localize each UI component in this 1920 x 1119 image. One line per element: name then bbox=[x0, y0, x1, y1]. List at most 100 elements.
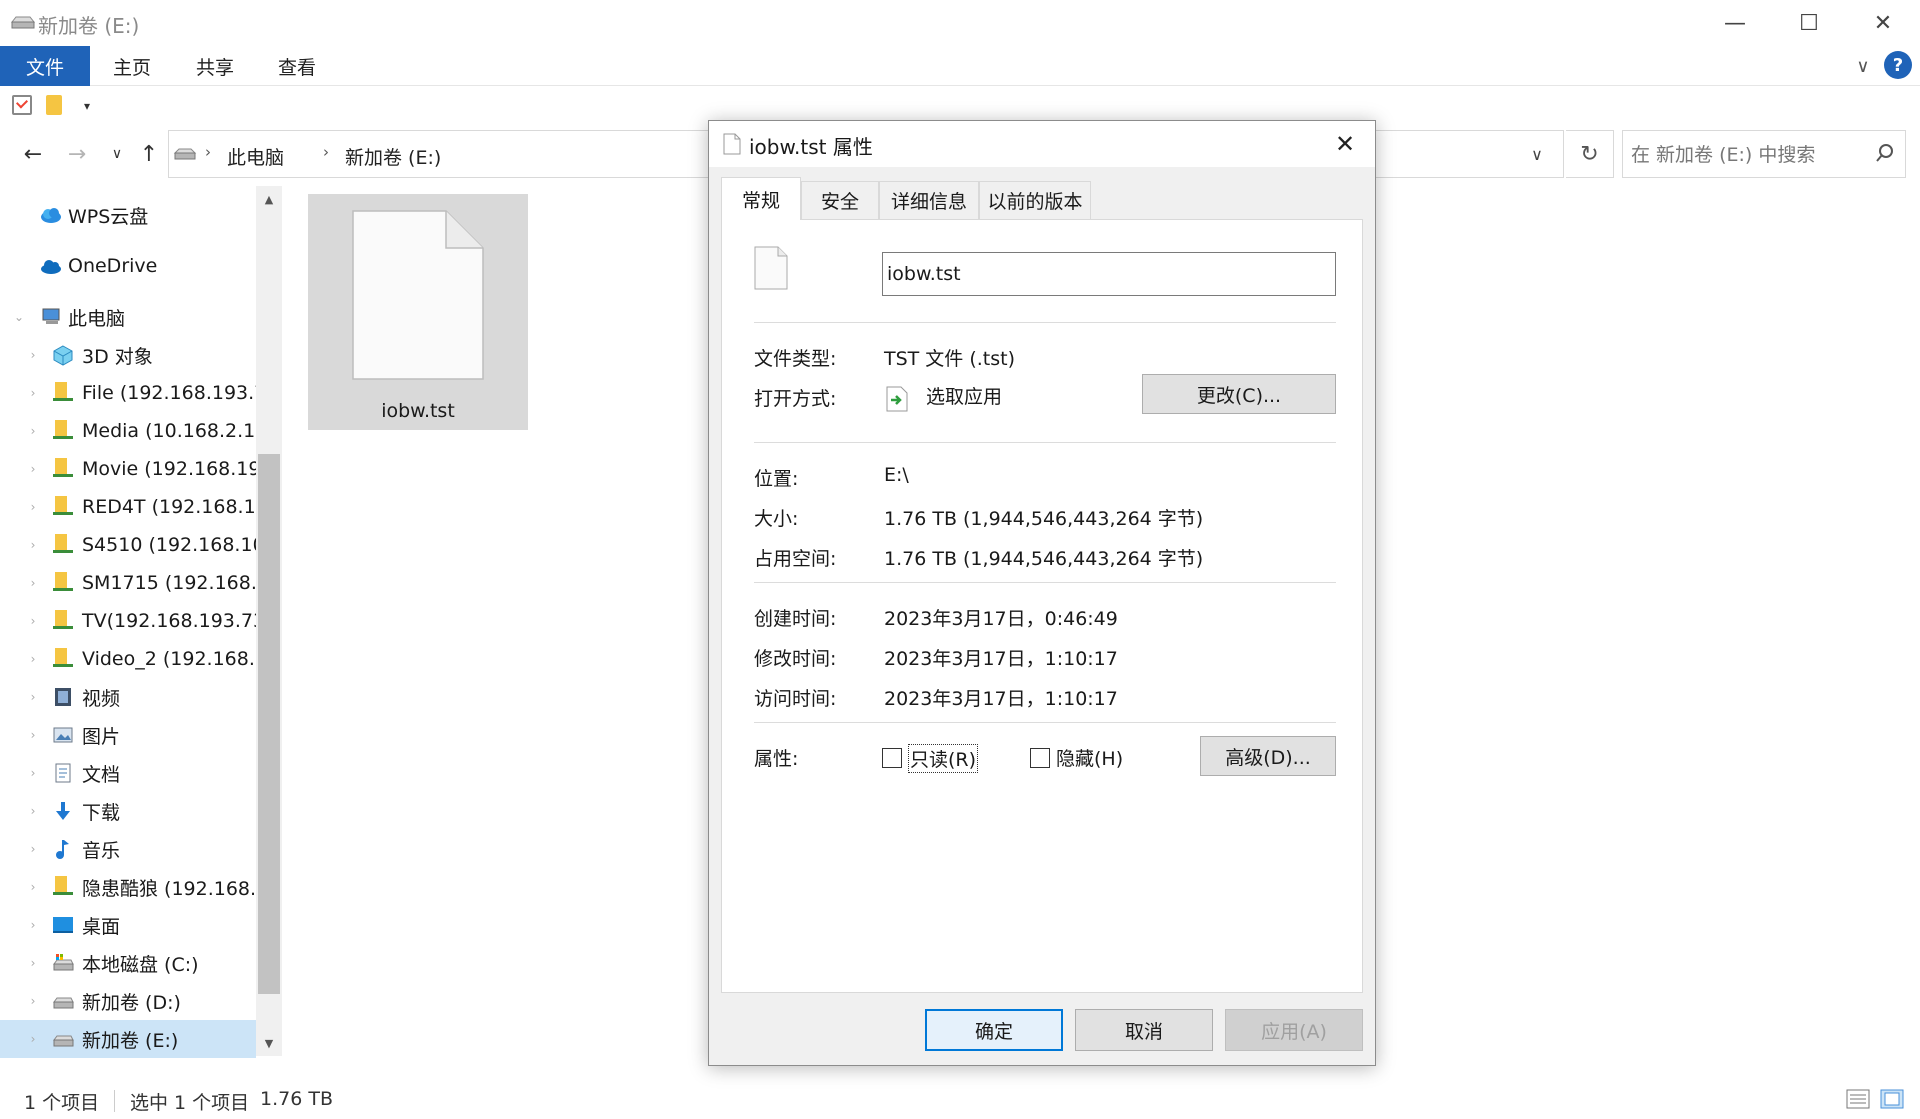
nav-item-network-sm1715[interactable]: › SM1715 (192.168.10.2) bbox=[0, 564, 256, 602]
scroll-thumb[interactable] bbox=[258, 454, 280, 994]
nav-item-downloads[interactable]: › 下载 bbox=[0, 792, 256, 830]
nav-item-network-tv[interactable]: › TV(192.168.193.73) bbox=[0, 602, 256, 640]
address-history-dropdown[interactable]: ∨ bbox=[1520, 137, 1554, 171]
nav-item-onedrive[interactable]: OneDrive bbox=[0, 247, 256, 285]
nav-label: 音乐 bbox=[82, 839, 121, 862]
modified-value: 2023年3月17日，1:10:17 bbox=[884, 648, 1118, 670]
close-window-button[interactable]: ✕ bbox=[1846, 0, 1920, 46]
file-item[interactable]: iobw.tst bbox=[308, 194, 528, 430]
readonly-label[interactable]: 只读(R) bbox=[908, 744, 979, 773]
nav-scrollbar[interactable]: ▲ ▼ bbox=[256, 186, 282, 1056]
new-folder-icon[interactable] bbox=[46, 95, 62, 115]
nav-item-drive-c[interactable]: › 本地磁盘 (C:) bbox=[0, 944, 256, 982]
nav-item-3d-objects[interactable]: › 3D 对象 bbox=[0, 336, 256, 374]
accessed-value: 2023年3月17日，1:10:17 bbox=[884, 688, 1118, 710]
nav-item-network-s4510[interactable]: › S4510 (192.168.10.2) bbox=[0, 526, 256, 564]
dialog-close-button[interactable]: ✕ bbox=[1323, 125, 1367, 163]
network-folder-icon bbox=[53, 420, 73, 439]
drive-icon bbox=[173, 148, 197, 160]
maximize-button[interactable]: ☐ bbox=[1772, 0, 1846, 46]
selection-size: 1.76 TB bbox=[260, 1088, 333, 1110]
tab-file[interactable]: 文件 bbox=[0, 46, 90, 86]
expander-closed-icon[interactable]: › bbox=[26, 728, 40, 742]
file-type-label: 文件类型: bbox=[754, 348, 837, 370]
expander-closed-icon[interactable]: › bbox=[26, 766, 40, 780]
tab-previous-versions[interactable]: 以前的版本 bbox=[979, 181, 1091, 219]
nav-item-drive-d[interactable]: › 新加卷 (D:) bbox=[0, 982, 256, 1020]
nav-item-music[interactable]: › 音乐 bbox=[0, 830, 256, 868]
expander-closed-icon[interactable]: › bbox=[26, 690, 40, 704]
advanced-button[interactable]: 高级(D)... bbox=[1200, 736, 1336, 776]
nav-item-network-ironwolf[interactable]: › 隐患酷狼 (192.168.10.2) bbox=[0, 868, 256, 906]
nav-item-network-media[interactable]: › Media (10.168.2.19) bbox=[0, 412, 256, 450]
tab-security[interactable]: 安全 bbox=[801, 181, 879, 219]
back-button[interactable]: ← bbox=[16, 137, 50, 171]
nav-item-videos[interactable]: › 视频 bbox=[0, 678, 256, 716]
breadcrumb-this-pc[interactable]: 此电脑 bbox=[227, 143, 284, 170]
divider bbox=[754, 582, 1336, 583]
breadcrumb-drive-e[interactable]: 新加卷 (E:) bbox=[345, 143, 441, 170]
recent-locations-button[interactable]: ∨ bbox=[100, 137, 134, 171]
expander-closed-icon[interactable]: › bbox=[26, 424, 40, 438]
scroll-up-arrow-icon[interactable]: ▲ bbox=[256, 186, 282, 212]
expander-closed-icon[interactable]: › bbox=[26, 386, 40, 400]
expander-closed-icon[interactable]: › bbox=[26, 994, 40, 1008]
created-label: 创建时间: bbox=[754, 608, 837, 630]
hidden-label[interactable]: 隐藏(H) bbox=[1056, 744, 1123, 771]
nav-item-pictures[interactable]: › 图片 bbox=[0, 716, 256, 754]
expander-closed-icon[interactable]: › bbox=[26, 576, 40, 590]
forward-button[interactable]: → bbox=[60, 137, 94, 171]
change-button[interactable]: 更改(C)... bbox=[1142, 374, 1336, 414]
nav-item-wps-cloud[interactable]: WPS云盘 bbox=[0, 196, 256, 234]
nav-item-network-file[interactable]: › File (192.168.193.73) bbox=[0, 374, 256, 412]
blank-document-icon bbox=[352, 210, 484, 380]
nav-item-this-pc[interactable]: ⌄ 此电脑 bbox=[0, 298, 256, 336]
expander-closed-icon[interactable]: › bbox=[26, 652, 40, 666]
nav-item-documents[interactable]: › 文档 bbox=[0, 754, 256, 792]
ribbon-expand-chevron-icon[interactable]: ∨ bbox=[1848, 54, 1878, 78]
apply-button[interactable]: 应用(A) bbox=[1225, 1009, 1363, 1051]
nav-item-network-movie[interactable]: › Movie (192.168.193.73) bbox=[0, 450, 256, 488]
expander-closed-icon[interactable]: › bbox=[26, 880, 40, 894]
drive-icon bbox=[53, 1035, 74, 1047]
cloud-icon bbox=[41, 208, 61, 223]
cancel-button[interactable]: 取消 bbox=[1075, 1009, 1213, 1051]
nav-item-network-video2[interactable]: › Video_2 (192.168.193.73) bbox=[0, 640, 256, 678]
tab-share[interactable]: 共享 bbox=[175, 46, 255, 86]
expander-closed-icon[interactable]: › bbox=[26, 500, 40, 514]
search-input[interactable] bbox=[1631, 141, 1861, 169]
nav-item-desktop[interactable]: › 桌面 bbox=[0, 906, 256, 944]
nav-label: Media (10.168.2.19) bbox=[82, 420, 256, 442]
expander-closed-icon[interactable]: › bbox=[26, 614, 40, 628]
search-icon[interactable] bbox=[1875, 143, 1895, 163]
expander-closed-icon[interactable]: › bbox=[26, 956, 40, 970]
up-button[interactable]: ↑ bbox=[132, 137, 166, 171]
details-view-icon[interactable] bbox=[1846, 1088, 1870, 1110]
tab-home[interactable]: 主页 bbox=[92, 46, 172, 86]
expander-closed-icon[interactable]: › bbox=[26, 538, 40, 552]
ok-button[interactable]: 确定 bbox=[925, 1009, 1063, 1051]
nav-item-drive-e[interactable]: › 新加卷 (E:) bbox=[0, 1020, 256, 1058]
scroll-down-arrow-icon[interactable]: ▼ bbox=[256, 1030, 282, 1056]
minimize-button[interactable]: — bbox=[1698, 0, 1772, 46]
customize-toolbar-dropdown[interactable]: ▾ bbox=[84, 99, 104, 119]
refresh-button[interactable]: ↻ bbox=[1566, 130, 1614, 178]
expander-closed-icon[interactable]: › bbox=[26, 804, 40, 818]
hidden-checkbox[interactable] bbox=[1030, 748, 1050, 768]
tab-general[interactable]: 常规 bbox=[721, 177, 801, 220]
tab-view[interactable]: 查看 bbox=[257, 46, 337, 86]
large-icons-view-icon[interactable] bbox=[1880, 1088, 1904, 1110]
help-button[interactable]: ? bbox=[1884, 51, 1912, 79]
expander-open-icon[interactable]: ⌄ bbox=[12, 310, 26, 324]
desktop-icon bbox=[53, 917, 73, 933]
expander-closed-icon[interactable]: › bbox=[26, 348, 40, 362]
expander-closed-icon[interactable]: › bbox=[26, 842, 40, 856]
readonly-checkbox[interactable] bbox=[882, 748, 902, 768]
expander-closed-icon[interactable]: › bbox=[26, 1032, 40, 1046]
expander-closed-icon[interactable]: › bbox=[26, 462, 40, 476]
tab-details[interactable]: 详细信息 bbox=[879, 181, 979, 219]
properties-check-icon[interactable] bbox=[12, 95, 32, 115]
filename-field[interactable] bbox=[882, 252, 1336, 296]
expander-closed-icon[interactable]: › bbox=[26, 918, 40, 932]
nav-item-network-red4t[interactable]: › RED4T (192.168.10.2) bbox=[0, 488, 256, 526]
